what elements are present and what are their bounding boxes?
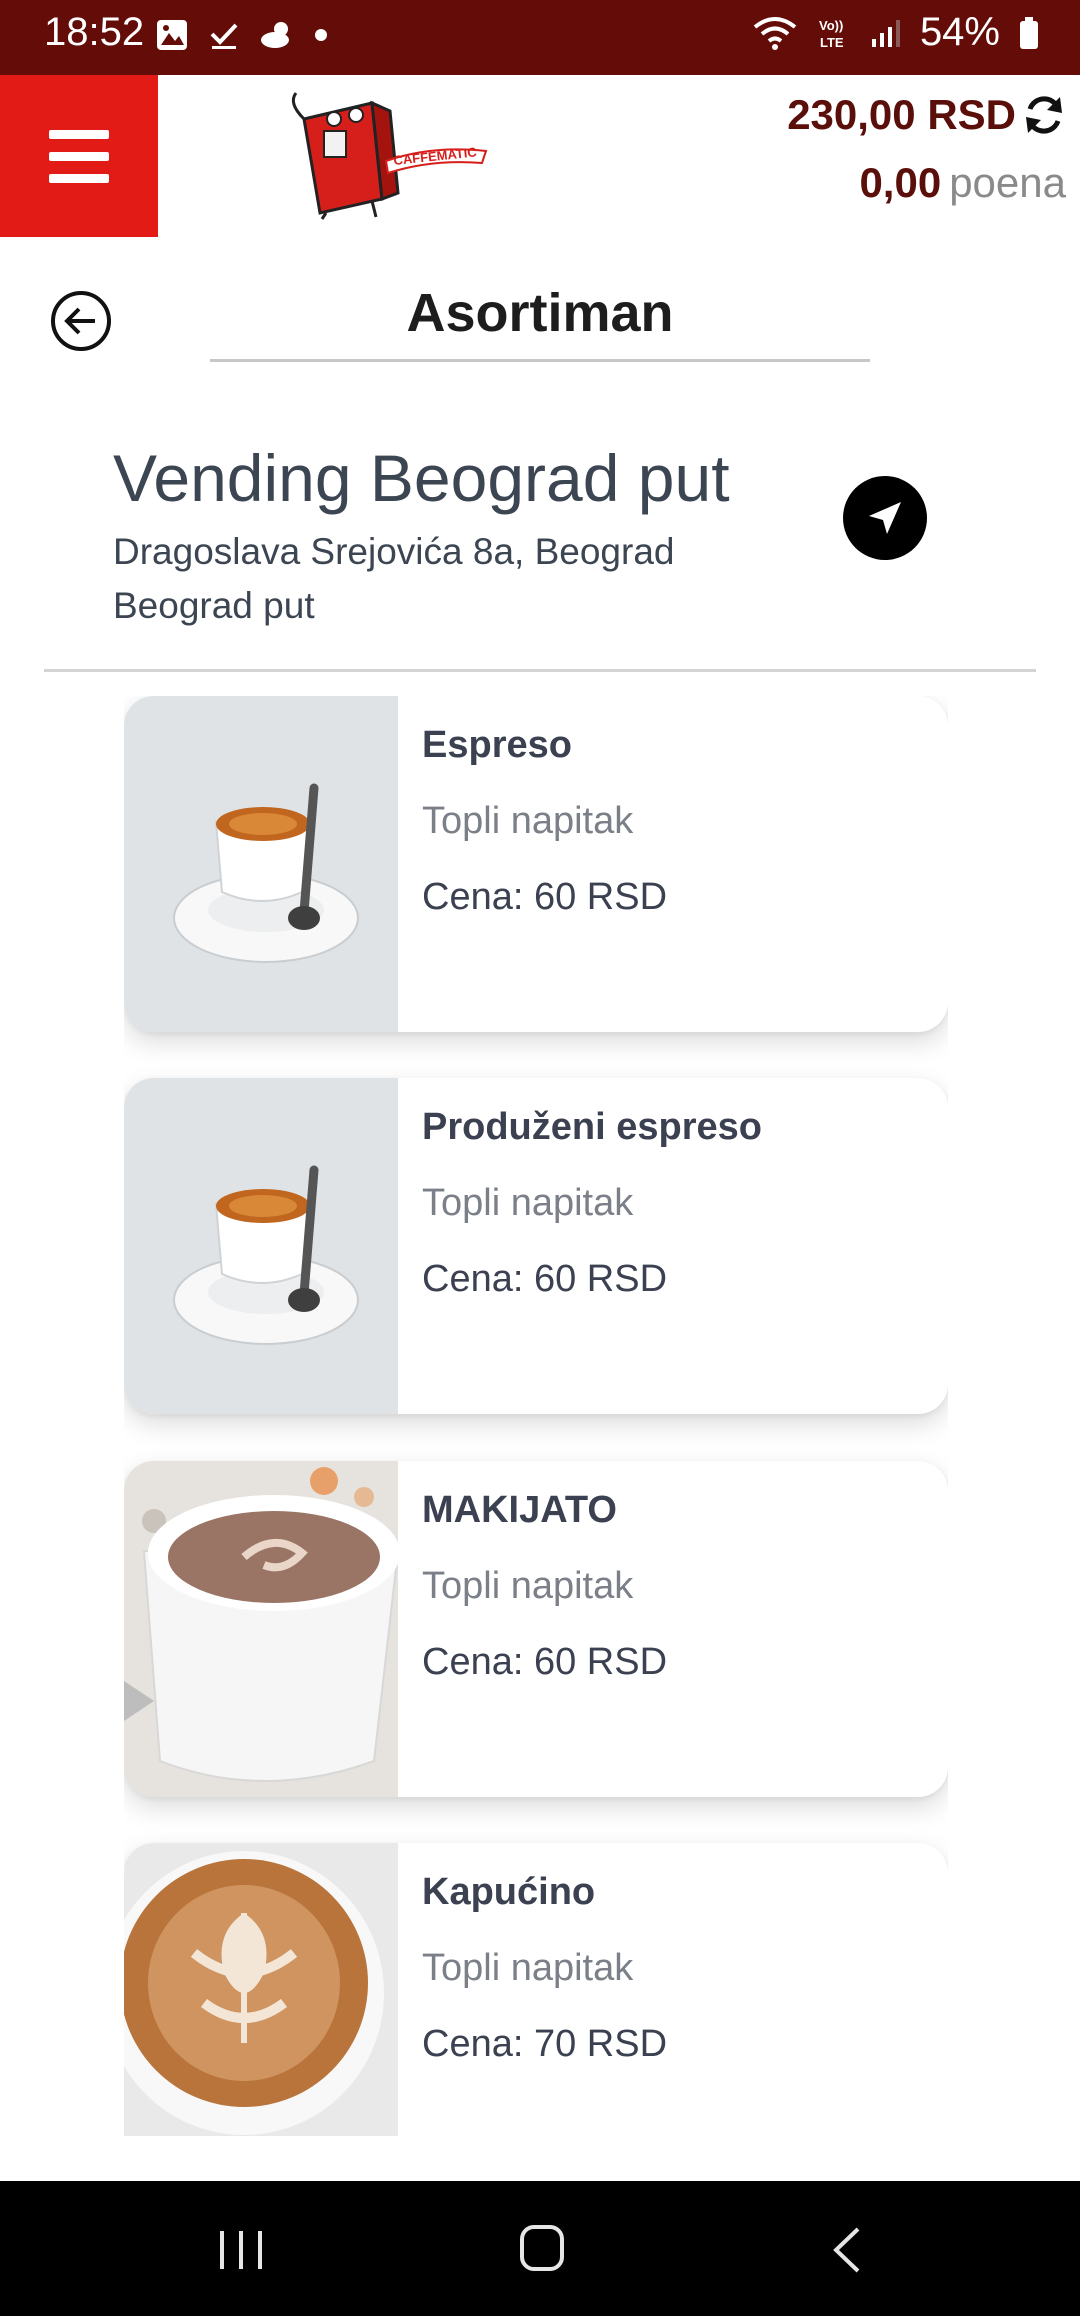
battery-icon: [1020, 16, 1038, 49]
title-underline: [210, 359, 870, 362]
section-divider: [44, 669, 1036, 672]
balance-amount: 230,00 RSD: [787, 91, 1016, 138]
location-address: Dragoslava Srejovića 8a, Beograd Beograd…: [113, 525, 813, 633]
logo-text: CAFFEMATIC: [393, 144, 478, 168]
product-price: Cena: 60 RSD: [422, 876, 668, 918]
gallery-icon: [157, 20, 187, 50]
macchiato-cup-image: [124, 1461, 398, 1797]
wifi-icon: [753, 16, 797, 50]
status-time: 18:52: [44, 10, 145, 54]
espresso-cup-image: [124, 696, 398, 1032]
product-price: Cena: 70 RSD: [422, 2023, 668, 2065]
menu-icon-bar: [49, 151, 109, 161]
volte-icon: Vo)) LTE: [819, 18, 844, 50]
navigation-arrow-icon: [869, 502, 901, 534]
product-price: Cena: 60 RSD: [422, 1258, 668, 1300]
home-icon[interactable]: [520, 2225, 564, 2271]
product-card[interactable]: MAKIJATO Topli napitak Cena: 60 RSD: [124, 1461, 948, 1797]
signal-icon: [871, 19, 900, 47]
product-price: Cena: 60 RSD: [422, 1641, 668, 1683]
system-navigation-bar: [0, 2181, 1080, 2316]
caffematic-logo: CAFFEMATIC: [291, 92, 488, 220]
hamburger-menu-button[interactable]: [0, 75, 158, 237]
task-check-icon: [210, 23, 238, 49]
refresh-icon[interactable]: [1022, 93, 1066, 137]
product-category: Topli napitak: [422, 1947, 634, 1989]
svg-text:Vo)): Vo)): [819, 18, 843, 33]
product-list[interactable]: Espreso Topli napitak Cena: 60 RSD Produ…: [124, 696, 948, 2136]
location-name: Vending Beograd put: [113, 441, 730, 515]
points-label: poena: [949, 159, 1066, 206]
product-card[interactable]: Espreso Topli napitak Cena: 60 RSD: [124, 696, 948, 1032]
product-card[interactable]: Kapućino Topli napitak Cena: 70 RSD: [124, 1843, 948, 2136]
product-name: Kapućino: [422, 1871, 596, 1913]
status-system-icons: Vo)) LTE 54%: [752, 10, 1040, 55]
battery-percent: 54%: [919, 10, 1000, 54]
navigate-button[interactable]: [843, 476, 927, 560]
back-arrow-icon[interactable]: [50, 290, 112, 352]
product-card[interactable]: Produženi espreso Topli napitak Cena: 60…: [124, 1078, 948, 1414]
product-category: Topli napitak: [422, 1565, 634, 1607]
recent-apps-icon[interactable]: [218, 2229, 264, 2271]
svg-text:LTE: LTE: [820, 35, 844, 50]
product-category: Topli napitak: [422, 800, 634, 842]
product-name: MAKIJATO: [422, 1489, 617, 1531]
location-street: Dragoslava Srejovića 8a, Beograd: [113, 531, 675, 572]
points-value: 0,00: [859, 159, 942, 206]
product-name: Produženi espreso: [422, 1106, 762, 1148]
weather-icon: [261, 22, 289, 48]
cappuccino-cup-image: [124, 1843, 398, 2136]
product-name: Espreso: [422, 724, 572, 766]
menu-icon-bar: [49, 129, 109, 139]
app-header: CAFFEMATIC 230,00 RSD 0,00 poena: [0, 75, 1080, 237]
page-title: Asortiman: [406, 283, 674, 343]
menu-icon-bar: [49, 173, 109, 183]
product-category: Topli napitak: [422, 1182, 634, 1224]
system-back-icon[interactable]: [830, 2225, 864, 2275]
status-bar: 18:52 Vo)) LTE 54%: [0, 0, 1080, 75]
espresso-cup-image: [124, 1078, 398, 1414]
location-area: Beograd put: [113, 585, 315, 626]
notification-dot: [315, 29, 327, 41]
account-balance: 230,00 RSD 0,00 poena: [787, 91, 1066, 207]
status-notification-icons: [155, 18, 327, 52]
